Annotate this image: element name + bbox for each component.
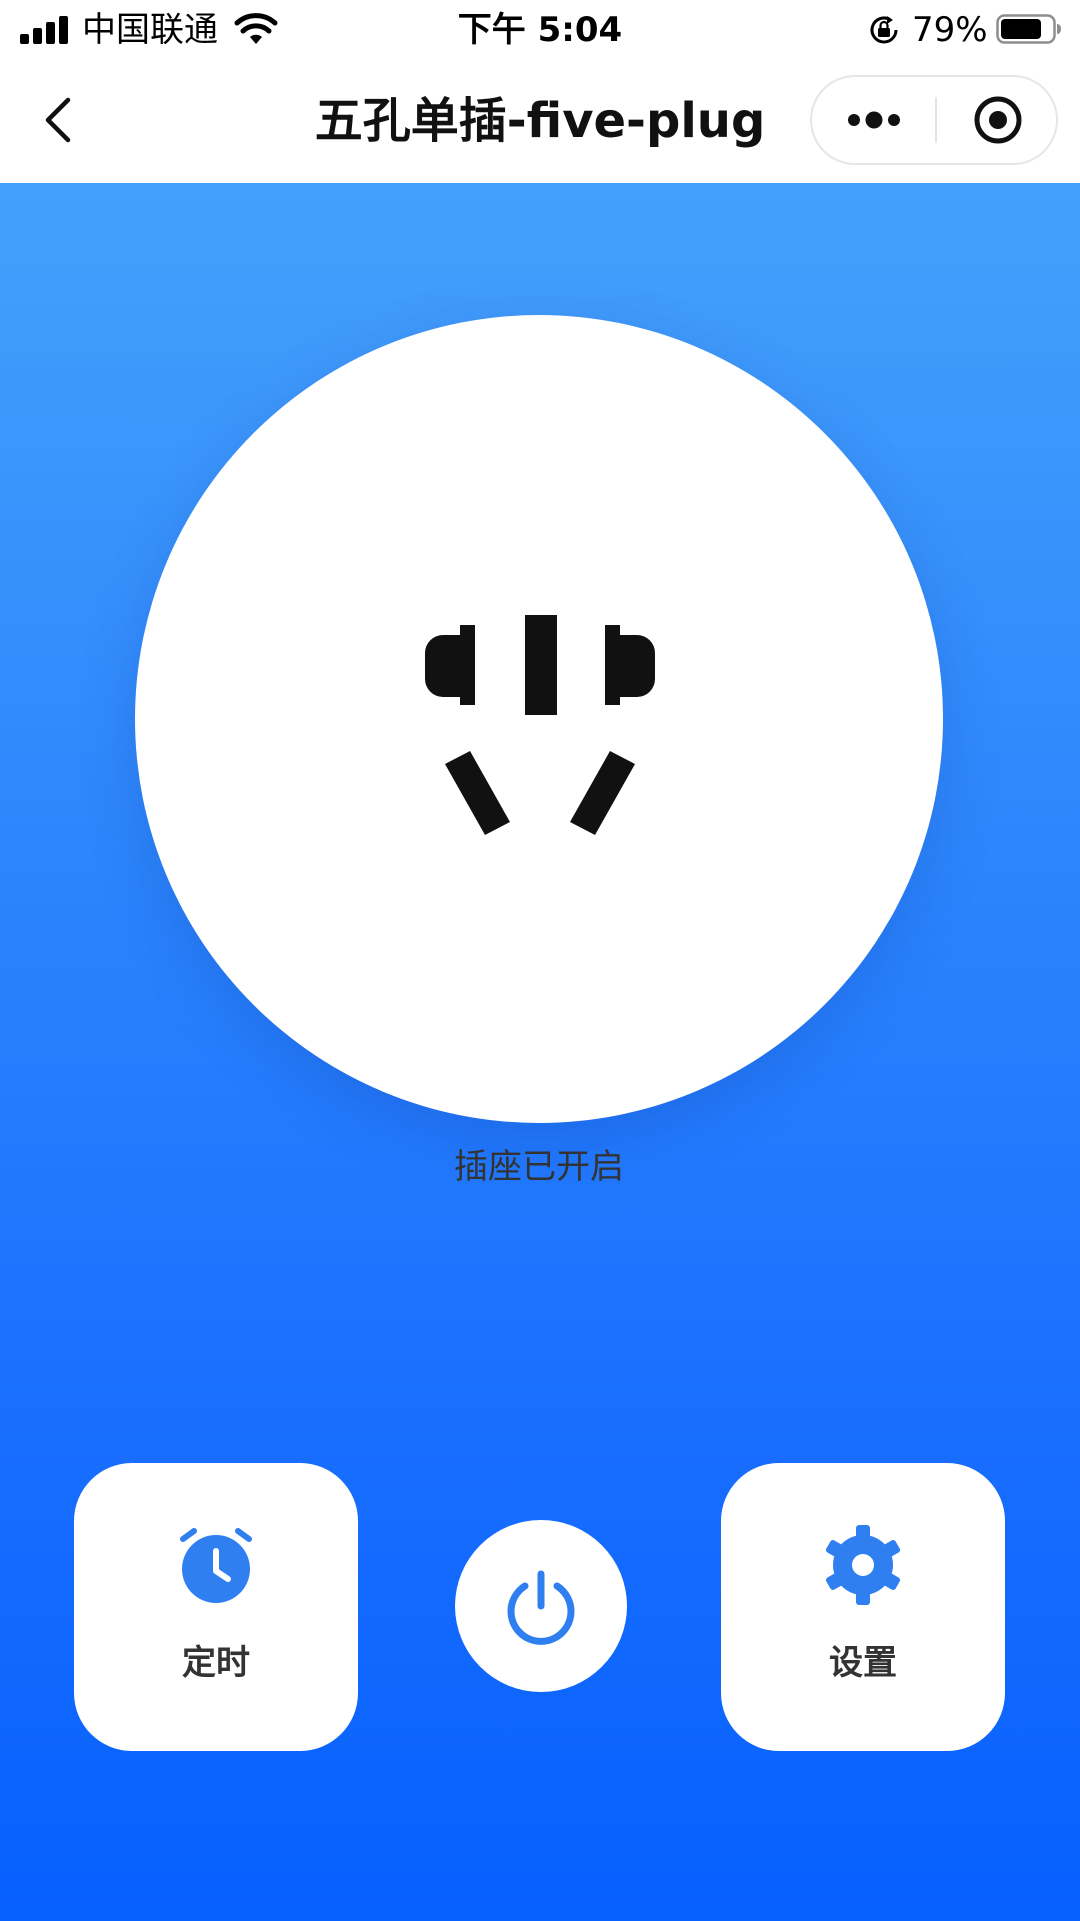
alarm-clock-icon (180, 1528, 252, 1603)
rotation-lock-icon (870, 16, 898, 44)
battery-icon (996, 14, 1061, 44)
five-hole-socket-icon (425, 615, 655, 835)
navigation-bar: 五孔单插-five-plug (0, 60, 1080, 183)
page-title: 五孔单插-five-plug (314, 93, 766, 149)
more-dots-icon (848, 111, 900, 129)
settings-label: 设置 (829, 1643, 897, 1683)
target-close-icon (974, 96, 1022, 144)
timer-label: 定时 (182, 1643, 250, 1683)
battery-percent: 79% (912, 10, 988, 50)
main-panel: 插座已开启 定时 设置 (0, 183, 1080, 1921)
settings-button[interactable]: 设置 (721, 1463, 1005, 1751)
mini-program-capsule (810, 75, 1058, 165)
chevron-left-icon (45, 97, 71, 143)
more-button[interactable] (812, 77, 936, 163)
power-button[interactable] (455, 1520, 627, 1692)
socket-status-text: 插座已开启 (454, 1147, 624, 1187)
status-bar: 中国联通 下午 5:04 79% (0, 0, 1080, 60)
timer-button[interactable]: 定时 (74, 1463, 358, 1751)
power-icon (507, 1570, 575, 1645)
close-mini-program-button[interactable] (937, 77, 1056, 163)
socket-display: 插座已开启 (135, 315, 943, 1187)
plug-control-page: 中国联通 下午 5:04 79% 五孔单插-five-plug 插座已开启 定时… (0, 0, 1080, 1921)
back-button[interactable] (30, 90, 90, 150)
gear-icon (825, 1525, 901, 1605)
